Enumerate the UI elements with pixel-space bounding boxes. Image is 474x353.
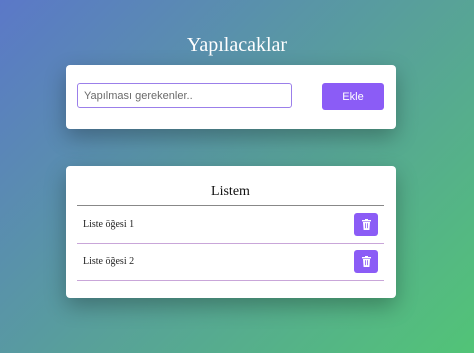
add-button[interactable]: Ekle bbox=[322, 83, 384, 110]
list-item: Liste öğesi 1 bbox=[77, 206, 384, 244]
list-item-label: Liste öğesi 2 bbox=[83, 256, 135, 267]
list-card: Listem Liste öğesi 1 Liste öğesi 2 bbox=[66, 166, 396, 298]
list-item: Liste öğesi 2 bbox=[77, 243, 384, 281]
delete-button[interactable] bbox=[354, 250, 378, 273]
todo-input[interactable] bbox=[77, 83, 292, 108]
list-item-label: Liste öğesi 1 bbox=[83, 219, 135, 230]
input-card: Ekle bbox=[66, 65, 396, 129]
trash-icon bbox=[361, 256, 371, 267]
trash-icon bbox=[361, 219, 371, 230]
page-title: Yapılacaklar bbox=[186, 34, 288, 56]
list-title: Listem bbox=[77, 184, 384, 206]
delete-button[interactable] bbox=[354, 213, 378, 236]
